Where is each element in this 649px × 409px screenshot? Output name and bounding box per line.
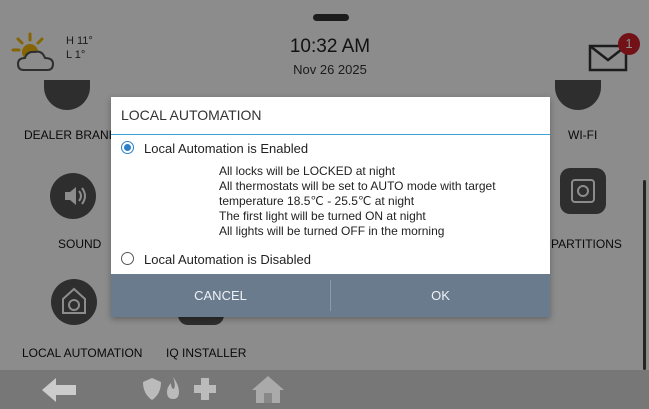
radio-disabled[interactable] bbox=[121, 252, 134, 265]
option-enabled-label[interactable]: Local Automation is Enabled bbox=[144, 141, 308, 156]
detail-line: The first light will be turned ON at nig… bbox=[219, 209, 426, 223]
ok-button[interactable]: OK bbox=[331, 274, 550, 317]
radio-enabled[interactable] bbox=[121, 141, 134, 154]
detail-line: All locks will be LOCKED at night bbox=[219, 164, 396, 178]
security-shield-icon[interactable] bbox=[143, 378, 161, 405]
home-icon[interactable] bbox=[250, 374, 286, 409]
cancel-button[interactable]: CANCEL bbox=[111, 274, 330, 317]
local-automation-dialog: LOCAL AUTOMATION Local Automation is Ena… bbox=[111, 97, 550, 317]
detail-line: All thermostats will be set to AUTO mode… bbox=[219, 179, 496, 193]
medical-cross-icon[interactable] bbox=[194, 378, 216, 405]
fire-icon[interactable] bbox=[165, 377, 181, 406]
dialog-divider bbox=[111, 134, 550, 135]
bottom-nav-bar bbox=[0, 370, 649, 409]
dialog-button-bar: CANCEL OK bbox=[111, 274, 550, 317]
detail-line: temperature 18.5℃ - 25.5℃ at night bbox=[219, 194, 415, 208]
dialog-title: LOCAL AUTOMATION bbox=[121, 107, 262, 123]
back-arrow-icon[interactable] bbox=[42, 378, 76, 407]
option-disabled-label[interactable]: Local Automation is Disabled bbox=[144, 252, 311, 267]
detail-line: All lights will be turned OFF in the mor… bbox=[219, 224, 445, 238]
